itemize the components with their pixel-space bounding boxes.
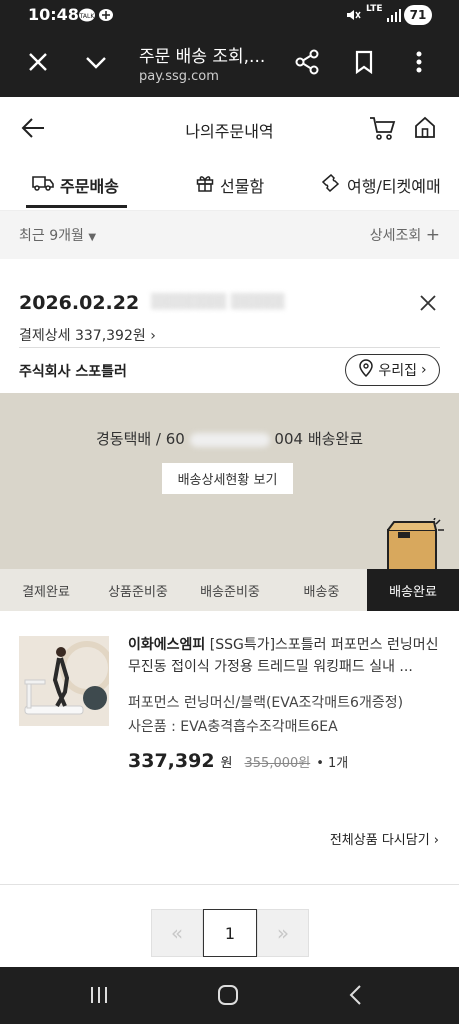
seller-name: 주식회사 스포틀러	[19, 364, 127, 380]
back-nav-icon[interactable]	[348, 984, 362, 1010]
bookmark-icon[interactable]	[354, 50, 374, 78]
home-icon[interactable]	[413, 115, 437, 143]
caret-down-icon: ▼	[88, 232, 97, 243]
product-title[interactable]: 이화에스엠피 [SSG특가]스포틀러 퍼포먼스 런닝머신 무진동 접이식 가정용…	[128, 634, 440, 678]
gift-icon	[196, 174, 214, 196]
price-row: 337,392 원 355,000원 • 1개	[128, 750, 348, 772]
chevron-right-icon: ›	[433, 833, 439, 848]
browser-title: 주문 배송 조회,...	[139, 47, 266, 67]
recent-apps-icon[interactable]	[89, 986, 109, 1008]
truck-icon	[32, 175, 54, 195]
detail-search-button[interactable]: 상세조회 +	[370, 225, 440, 245]
price-unit: 원	[220, 756, 233, 771]
chevron-right-icon: ›	[150, 328, 156, 344]
system-nav-bar	[0, 967, 459, 1024]
tab-label: 주문배송	[60, 177, 119, 196]
more-menu-icon[interactable]	[415, 50, 423, 78]
browser-bar: 주문 배송 조회,... pay.ssg.com	[0, 30, 459, 97]
order-date: 2026.02.22	[19, 292, 140, 314]
recart-label: 전체상품 다시담기	[329, 833, 430, 848]
delivery-progress: 결제완료 상품준비중 배송준비중 배송중 배송완료	[0, 569, 459, 611]
package-box-icon	[386, 517, 446, 574]
product-quantity: • 1개	[316, 756, 349, 771]
product-option: 퍼포먼스 런닝머신/블랙(EVA조각매트6개증정)	[128, 695, 404, 711]
payment-detail-link[interactable]: 결제상세 337,392원 ›	[19, 325, 156, 345]
tab-gift-box[interactable]: 선물함	[196, 173, 264, 197]
period-label: 최근 9개월	[19, 228, 84, 244]
pagination-next-button[interactable]: »	[257, 909, 309, 957]
product-gift: 사은품 : EVA충격흡수조각매트6EA	[128, 719, 338, 735]
order-tabs: 주문배송 선물함 여행/티켓예매	[0, 159, 459, 211]
tracking-info: 경동택배 / 60 004 배송완료	[0, 428, 459, 449]
pagination-prev-button[interactable]: «	[151, 909, 203, 957]
status-time: 10:48	[28, 5, 79, 24]
filter-bar: 최근 9개월 ▼ 상세조회 +	[0, 211, 459, 259]
active-tab-indicator	[26, 205, 127, 208]
tab-label: 여행/티켓예매	[347, 177, 441, 196]
product-brand: 이화에스엠피	[128, 637, 206, 653]
divider	[19, 347, 440, 348]
pagination-page-1[interactable]: 1	[203, 909, 257, 957]
step-preparing-product: 상품준비중	[108, 584, 168, 600]
plus-icon: +	[425, 225, 440, 245]
step-delivered: 배송완료	[367, 569, 459, 611]
order-number-redacted: ▒▒▒▒▒▒▒ ▒▒▒▒▒	[151, 294, 285, 310]
close-icon[interactable]	[27, 51, 49, 77]
chevron-down-icon[interactable]	[84, 53, 108, 75]
divider	[0, 884, 459, 885]
delivery-detail-button[interactable]: 배송상세현황 보기	[162, 463, 293, 494]
payment-detail-label: 결제상세 337,392원	[19, 328, 146, 344]
product-thumbnail[interactable]	[19, 636, 109, 726]
address-button-label: 우리집	[378, 363, 418, 379]
step-payment-complete: 결제완료	[22, 584, 70, 600]
signal-icon	[386, 7, 402, 27]
detail-search-label: 상세조회	[369, 228, 422, 244]
mute-icon	[345, 7, 361, 27]
carrier-label: 경동택배 / 60	[95, 430, 185, 448]
share-icon[interactable]	[294, 49, 320, 79]
original-price: 355,000원	[244, 756, 311, 771]
chevron-right-icon: ›	[421, 362, 427, 378]
product-price: 337,392	[128, 750, 215, 772]
period-select[interactable]: 최근 9개월 ▼	[19, 225, 96, 245]
tracking-status: 004 배송완료	[274, 430, 364, 448]
battery-badge: 71	[404, 5, 432, 25]
step-in-transit: 배송중	[303, 584, 340, 600]
step-preparing-shipment: 배송준비중	[200, 584, 260, 600]
status-bar: 10:48 TALK LTE 71	[0, 0, 459, 30]
talk-notification-icon: TALK	[78, 7, 116, 27]
tracking-number-redacted	[189, 432, 270, 447]
location-pin-icon	[358, 359, 374, 381]
network-type: LTE	[366, 4, 383, 14]
recart-all-link[interactable]: 전체상품 다시담기 ›	[330, 829, 439, 848]
page-header: 나의주문내역	[0, 97, 459, 159]
ticket-icon	[321, 173, 341, 196]
browser-url: pay.ssg.com	[139, 69, 219, 84]
cart-icon[interactable]	[368, 115, 396, 145]
home-nav-icon[interactable]	[217, 984, 239, 1010]
close-icon[interactable]	[418, 293, 438, 317]
tab-order-delivery[interactable]: 주문배송	[32, 173, 119, 197]
delivery-status-panel: 경동택배 / 60 004 배송완료 배송상세현황 보기	[0, 393, 459, 571]
tab-label: 선물함	[220, 177, 265, 196]
tab-travel-ticket[interactable]: 여행/티켓예매	[321, 173, 441, 197]
address-button[interactable]: 우리집 ›	[345, 354, 440, 386]
svg-text:TALK: TALK	[79, 13, 96, 20]
